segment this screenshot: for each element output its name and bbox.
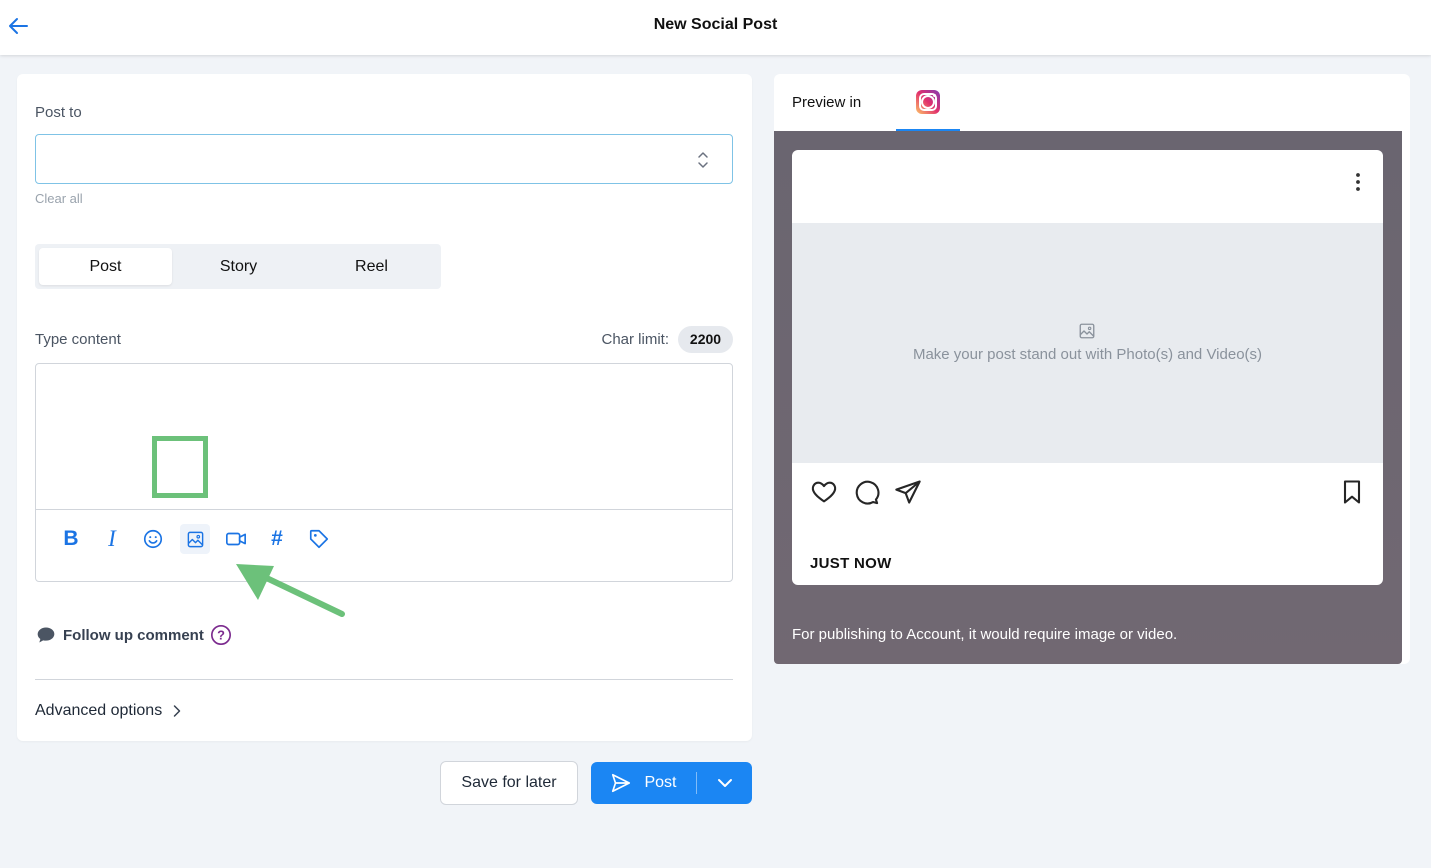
hashtag-button[interactable]: # (262, 524, 292, 554)
chevron-right-icon (173, 705, 181, 717)
media-placeholder-text: Make your post stand out with Photo(s) a… (912, 346, 1263, 363)
post-actions (792, 478, 1383, 508)
heart-icon[interactable] (810, 478, 838, 506)
post-type-toggle: Post Story Reel (35, 244, 441, 289)
post-submit[interactable]: Post (591, 762, 696, 804)
send-icon (612, 773, 631, 793)
advanced-options-toggle[interactable]: Advanced options (35, 702, 182, 720)
bold-button[interactable]: B (56, 524, 86, 554)
post-label: Post (644, 774, 677, 791)
italic-button[interactable]: I (97, 524, 127, 554)
page-title: New Social Post (653, 16, 778, 33)
content-textarea[interactable] (36, 364, 732, 509)
post-to-select[interactable] (35, 134, 733, 184)
post-to-label: Post to (35, 104, 82, 121)
char-limit-badge: 2200 (678, 326, 733, 353)
compose-panel: Post to Clear all Post Story Reel Type c… (17, 74, 752, 741)
more-options-icon[interactable] (1351, 172, 1365, 192)
post-button[interactable]: Post (591, 762, 752, 804)
image-icon (187, 531, 203, 547)
save-for-later-button[interactable]: Save for later (440, 761, 578, 805)
bold-icon: B (63, 527, 79, 550)
preview-panel: Preview in Make your post stand out with… (774, 74, 1410, 664)
advanced-options-label: Advanced options (35, 702, 163, 719)
instagram-icon-frame (919, 93, 937, 111)
media-placeholder[interactable]: Make your post stand out with Photo(s) a… (792, 223, 1383, 463)
instagram-post-preview: Make your post stand out with Photo(s) a… (792, 150, 1383, 585)
emoji-icon (143, 529, 163, 549)
follow-up-comment[interactable]: Follow up comment ? (35, 624, 232, 646)
post-timestamp: JUST NOW (810, 555, 892, 572)
italic-icon: I (108, 526, 116, 551)
hashtag-icon: # (271, 527, 283, 550)
divider (35, 679, 733, 680)
emoji-button[interactable] (138, 524, 168, 554)
preview-area: Make your post stand out with Photo(s) a… (774, 131, 1402, 664)
svg-text:?: ? (217, 628, 225, 643)
video-icon (226, 532, 246, 546)
editor-toolbar: B I # (36, 509, 732, 581)
tag-button[interactable] (304, 524, 334, 554)
image-placeholder-icon (1079, 323, 1095, 339)
post-options-dropdown[interactable] (697, 762, 752, 804)
follow-up-label: Follow up comment (63, 626, 204, 644)
image-button[interactable] (180, 524, 210, 554)
char-limit-label: Char limit: (601, 331, 669, 348)
preview-label: Preview in (792, 94, 862, 111)
comment-icon[interactable] (852, 478, 880, 506)
chevron-up-down-icon (698, 152, 708, 168)
publish-requirement-note: For publishing to Account, it would requ… (792, 626, 1178, 643)
content-label: Type content (35, 331, 121, 348)
clear-all-link[interactable]: Clear all (35, 191, 83, 206)
instagram-icon (916, 90, 940, 114)
bookmark-icon[interactable] (1338, 478, 1366, 506)
tag-icon (309, 529, 329, 549)
tab-instagram[interactable] (896, 88, 960, 131)
chevron-down-icon (717, 779, 732, 787)
comment-bubble-icon (37, 627, 55, 643)
post-type-post[interactable]: Post (39, 248, 172, 285)
top-bar: New Social Post (0, 0, 1431, 55)
post-type-story[interactable]: Story (172, 248, 305, 285)
post-type-reel[interactable]: Reel (305, 248, 438, 285)
content-editor: B I # (35, 363, 733, 582)
video-button[interactable] (221, 524, 251, 554)
help-icon[interactable]: ? (210, 624, 232, 646)
share-icon[interactable] (894, 478, 922, 506)
